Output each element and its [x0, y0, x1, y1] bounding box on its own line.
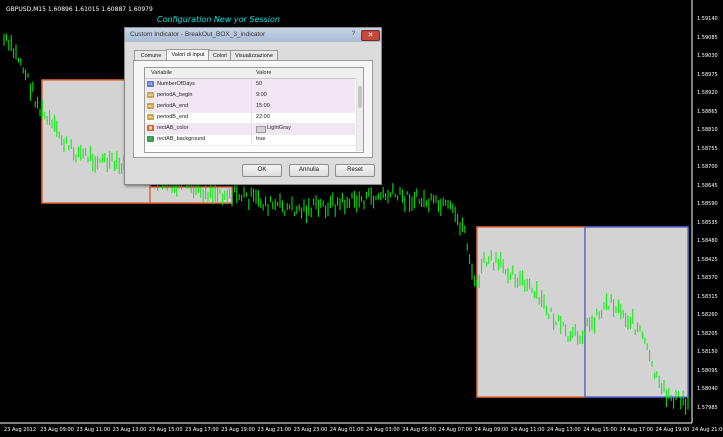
time-label: 23 Aug 19:00 [221, 427, 255, 433]
inputs-grid: Variabile Valore 01 NumberOfDays 50 ab perio… [144, 67, 364, 153]
column-separator [251, 79, 252, 90]
string-param-icon: ab [147, 92, 154, 98]
price-label: 1.58480 [697, 238, 718, 244]
tab-panel: Variabile Valore 01 NumberOfDays 50 ab perio… [133, 60, 373, 158]
reset-button[interactable]: Reset [335, 164, 375, 177]
time-label: 23 Aug 21:00 [257, 427, 292, 433]
time-label: 24 Aug 19:00 [655, 427, 690, 433]
custom-indicator-dialog: Custom Indicator - BreakOut_BOX_3_indica… [124, 27, 382, 185]
column-header-variable: Variabile [151, 70, 172, 76]
param-value[interactable]: LightGray [267, 125, 291, 131]
column-separator [251, 123, 252, 134]
time-label: 23 Aug 15:00 [148, 427, 183, 433]
price-label: 1.58150 [697, 349, 718, 355]
price-label: 1.58865 [697, 108, 718, 115]
grid-scrollbar[interactable] [356, 78, 363, 151]
column-header-value: Valore [256, 70, 272, 76]
time-label: 24 Aug 15:00 [583, 427, 617, 433]
price-label: 1.58095 [697, 367, 718, 374]
session-title: Configuration New yor Session [157, 15, 280, 24]
price-label: 1.58755 [697, 145, 718, 152]
price-label: 1.58535 [697, 219, 718, 226]
price-label: 1.57985 [697, 404, 718, 411]
session-box-b-day2 [584, 226, 689, 398]
price-label: 1.58370 [697, 275, 718, 281]
time-label: 24 Aug 05:00 [402, 427, 436, 433]
time-label: 23 Aug 23:00 [293, 427, 328, 433]
time-label: 24 Aug 13:00 [547, 427, 581, 433]
price-label: 1.58590 [697, 201, 718, 207]
price-label: 1.59030 [697, 53, 718, 59]
time-label: 24 Aug 09:00 [474, 427, 509, 433]
time-label: 24 Aug 11:00 [510, 427, 545, 433]
time-label: 23 Aug 09:00 [40, 427, 74, 433]
time-label: 24 Aug 07:00 [438, 427, 473, 433]
column-separator [251, 112, 252, 123]
price-label: 1.58920 [697, 90, 718, 96]
price-label: 1.58040 [697, 386, 718, 392]
cancel-button[interactable]: Annulla [289, 164, 329, 177]
price-label: 1.59140 [697, 16, 718, 22]
color-param-icon: ▦ [147, 125, 154, 131]
time-label: 24 Aug 21:00 [691, 427, 723, 433]
price-label: 1.58975 [697, 71, 718, 78]
param-name: periodA_begin [157, 92, 193, 98]
param-value[interactable]: 9:00 [256, 92, 267, 98]
string-param-icon: ab [147, 103, 154, 109]
time-label: 23 Aug 2012 [4, 427, 37, 433]
price-label: 1.58645 [697, 182, 718, 189]
param-name: rectAB_background [157, 136, 206, 142]
time-label: 24 Aug 03:00 [366, 427, 400, 433]
ok-button[interactable]: OK [242, 164, 282, 177]
param-name: NumberOfDays [157, 81, 195, 87]
param-value[interactable]: 15:00 [256, 103, 270, 109]
grid-header: Variabile Valore [145, 68, 363, 79]
price-label: 1.58700 [697, 164, 718, 170]
help-button[interactable]: ? [348, 30, 359, 39]
price-label: 1.58810 [697, 127, 718, 133]
time-axis[interactable]: 23 Aug 2012 23 Aug 09:00 23 Aug 11:00 23 Au… [0, 423, 723, 437]
string-param-icon: ab [147, 114, 154, 120]
param-value[interactable]: 22:00 [256, 114, 270, 120]
param-name: periodB_end [157, 114, 189, 120]
time-label: 23 Aug 17:00 [185, 427, 219, 433]
scrollbar-thumb[interactable] [358, 86, 362, 108]
color-swatch [256, 126, 266, 133]
price-label: 1.58315 [697, 293, 718, 300]
price-label: 1.59085 [697, 34, 718, 41]
price-scale[interactable]: 1.59140 1.59085 1.59030 1.58975 1.58920 1.588… [692, 0, 723, 423]
int-param-icon: 01 [147, 81, 154, 87]
time-label: 24 Aug 17:00 [619, 427, 654, 433]
param-name: periodA_end [157, 103, 189, 109]
column-separator [251, 90, 252, 101]
price-label: 1.58425 [697, 256, 718, 263]
price-label: 1.58260 [697, 312, 718, 318]
param-row[interactable]: ✓ rectAB_background true [145, 134, 355, 146]
time-label: 23 Aug 11:00 [76, 427, 111, 433]
time-label: 24 Aug 01:00 [329, 427, 364, 433]
price-label: 1.58205 [697, 330, 718, 337]
param-value[interactable]: 50 [256, 81, 262, 87]
bool-param-icon: ✓ [147, 136, 154, 142]
param-name: rectAB_color [157, 125, 189, 131]
symbol-info: GBPUSD,M15 1.60896 1.61015 1.60887 1.609… [6, 6, 153, 13]
column-separator [251, 101, 252, 112]
time-label: 23 Aug 13:00 [112, 427, 147, 433]
column-separator [251, 134, 252, 145]
dialog-titlebar[interactable]: Custom Indicator - BreakOut_BOX_3_indica… [125, 28, 381, 42]
close-button[interactable]: ✕ [361, 30, 380, 41]
param-value[interactable]: true [256, 136, 265, 142]
dialog-title: Custom Indicator - BreakOut_BOX_3_indica… [130, 31, 266, 38]
session-box-a-day2 [476, 226, 586, 398]
